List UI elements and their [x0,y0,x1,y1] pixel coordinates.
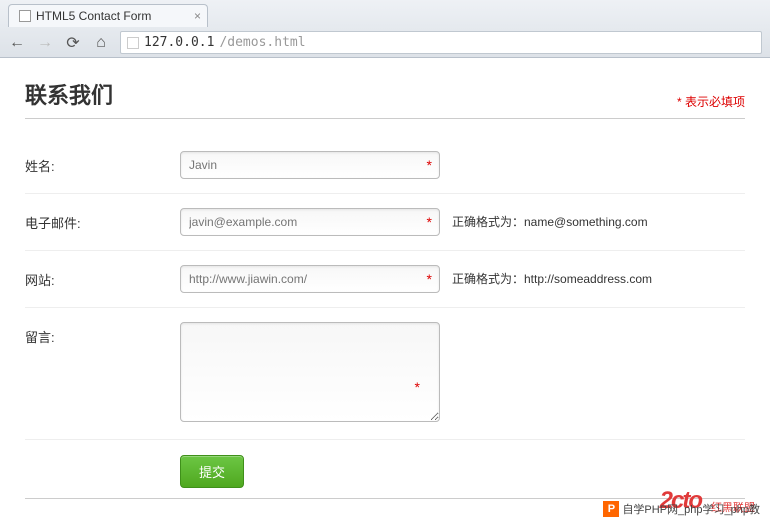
email-label: 电子邮件: [25,208,180,232]
message-textarea[interactable] [180,322,440,422]
browser-tab[interactable]: HTML5 Contact Form × [8,4,208,27]
name-input[interactable] [180,151,440,179]
form-row-message: 留言: * [25,308,745,440]
url-favicon-icon [127,37,139,49]
website-label: 网站: [25,265,180,289]
message-label: 留言: [25,322,180,346]
url-path: /demos.html [219,35,305,50]
required-star-icon: * [427,271,432,287]
home-button-icon[interactable]: ⌂ [92,34,110,52]
submit-row: 提交 [25,440,745,499]
reload-button[interactable]: ⟳ [64,34,82,52]
url-host: 127.0.0.1 [144,35,214,50]
website-input[interactable] [180,265,440,293]
page-header: 联系我们 * 表示必填项 [25,78,745,119]
name-label: 姓名: [25,151,180,175]
browser-chrome: HTML5 Contact Form × ← → ⟳ ⌂ 127.0.0.1/d… [0,0,770,58]
tab-favicon-icon [19,10,31,22]
email-input[interactable] [180,208,440,236]
nav-bar: ← → ⟳ ⌂ 127.0.0.1/demos.html [0,27,770,58]
forward-button[interactable]: → [36,34,54,52]
form-row-website: 网站: * 正确格式为：http://someaddress.com [25,251,745,308]
form-row-email: 电子邮件: * 正确格式为：name@something.com [25,194,745,251]
required-star-icon: * [427,157,432,173]
form-row-name: 姓名: * [25,137,745,194]
tab-bar: HTML5 Contact Form × [0,0,770,27]
page-title: 联系我们 [25,78,113,110]
required-note: * 表示必填项 [677,93,745,110]
php-badge: P 自学PHP网_php学习_php教 [603,501,760,517]
tab-close-icon[interactable]: × [194,9,201,23]
url-bar[interactable]: 127.0.0.1/demos.html [120,31,762,54]
required-star-icon: * [427,214,432,230]
website-hint: 正确格式为：http://someaddress.com [452,265,652,287]
php-icon: P [603,501,619,517]
back-button[interactable]: ← [8,34,26,52]
submit-button[interactable]: 提交 [180,455,244,488]
required-star-icon: * [415,379,420,395]
tab-title: HTML5 Contact Form [36,9,151,23]
php-text: 自学PHP网_php学习_php教 [622,501,760,517]
page-content: 联系我们 * 表示必填项 姓名: * 电子邮件: * 正确格式为：name@so… [0,58,770,519]
email-hint: 正确格式为：name@something.com [452,208,648,230]
